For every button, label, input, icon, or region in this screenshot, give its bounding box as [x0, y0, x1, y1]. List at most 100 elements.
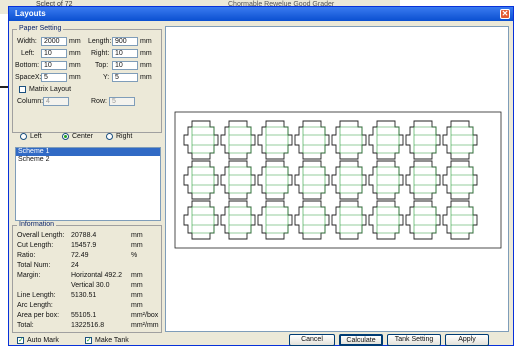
row-label: Row:: [91, 98, 107, 105]
align-left-radio[interactable]: [20, 133, 27, 140]
box-outline: [442, 200, 478, 240]
y-label: Y:: [103, 74, 110, 81]
information-group: Information Overall Length: 20788.4 mm Cut …: [12, 221, 162, 333]
info-unit: mm²/box: [131, 312, 159, 319]
info-unit: %: [131, 252, 138, 259]
scheme-item[interactable]: Scheme 1: [16, 148, 160, 156]
paper-setting-legend: Paper Setting: [17, 25, 64, 32]
row-input[interactable]: 5: [109, 97, 135, 106]
box-outline: [220, 120, 256, 160]
titlebar[interactable]: Layouts ✕: [9, 7, 513, 21]
spacex-input[interactable]: 5: [41, 73, 67, 82]
right-unit: mm: [140, 50, 152, 57]
width-unit: mm: [69, 38, 81, 45]
top-label: Top:: [95, 62, 109, 69]
y-space-input[interactable]: 5: [112, 73, 138, 82]
left-panel: Paper Setting Width: 2000 mm Length: 900…: [12, 25, 162, 337]
box-outline: [368, 200, 404, 240]
box-outline: [257, 160, 293, 200]
scheme-item[interactable]: Scheme 2: [16, 156, 160, 164]
box-outline: [183, 120, 219, 160]
info-value: Horizontal 492.2: [71, 272, 122, 279]
bottom-margin-input[interactable]: 10: [41, 61, 67, 70]
length-unit: mm: [140, 38, 152, 45]
bottom-label: Bottom:: [15, 62, 40, 69]
box-outline: [368, 120, 404, 160]
info-unit: mm²/mm: [131, 322, 159, 329]
auto-mark-label: Auto Mark: [27, 337, 59, 344]
column-label: Column:: [17, 98, 44, 105]
align-right-radio[interactable]: [106, 133, 113, 140]
info-label: Cut Length:: [17, 242, 54, 249]
info-unit: mm: [131, 272, 143, 279]
matrix-layout-label: Matrix Layout: [29, 86, 72, 93]
box-outline: [442, 160, 478, 200]
box-outline: [331, 160, 367, 200]
scheme-list[interactable]: Scheme 1 Scheme 2: [15, 147, 161, 221]
info-label: Total Num:: [17, 262, 51, 269]
box-outline: [405, 200, 441, 240]
box-outline: [331, 200, 367, 240]
box-outline: [368, 160, 404, 200]
matrix-layout-checkbox[interactable]: [19, 86, 26, 93]
right-label: Right:: [91, 50, 110, 57]
bottom-unit: mm: [69, 62, 81, 69]
length-input[interactable]: 900: [112, 37, 138, 46]
info-value: 72.49: [71, 252, 89, 259]
info-label: Margin:: [17, 272, 41, 279]
information-legend: Information: [17, 221, 57, 228]
top-margin-input[interactable]: 10: [112, 61, 138, 70]
box-outline: [220, 160, 256, 200]
box-outline: [294, 200, 330, 240]
dialog-title: Layouts: [15, 9, 46, 18]
info-unit: mm: [131, 302, 143, 309]
bottom-bar: ✓ Auto Mark ✓ Make Tank Cancel Calculate…: [9, 333, 513, 347]
left-margin-input[interactable]: 10: [41, 49, 67, 58]
cancel-button[interactable]: Cancel: [289, 334, 335, 346]
column-input[interactable]: 4: [43, 97, 69, 106]
left-unit: mm: [69, 50, 81, 57]
info-label: Area per box:: [17, 312, 60, 319]
info-label: Arc Length:: [17, 302, 53, 309]
box-outline: [331, 120, 367, 160]
align-left-label: Left: [30, 133, 42, 140]
apply-button[interactable]: Apply: [445, 334, 489, 346]
info-value: 5130.51: [71, 292, 97, 299]
info-label: Line Length:: [17, 292, 56, 299]
info-value: 15457.9: [71, 242, 97, 249]
make-tank-checkbox[interactable]: ✓: [85, 337, 92, 344]
paper-border: [174, 111, 502, 249]
info-value: 24: [71, 262, 79, 269]
make-tank-label: Make Tank: [95, 337, 129, 344]
box-outline: [183, 160, 219, 200]
background-edge: [0, 14, 8, 350]
paper-setting-group: Paper Setting Width: 2000 mm Length: 900…: [12, 25, 162, 133]
box-outline: [257, 120, 293, 160]
info-label: Overall Length:: [17, 232, 65, 239]
y-unit: mm: [140, 74, 152, 81]
right-margin-input[interactable]: 10: [112, 49, 138, 58]
auto-mark-checkbox[interactable]: ✓: [17, 337, 24, 344]
close-icon[interactable]: ✕: [500, 9, 510, 19]
box-outline: [405, 160, 441, 200]
info-label: Total:: [17, 322, 34, 329]
align-right-label: Right: [116, 133, 133, 140]
box-outline: [442, 120, 478, 160]
box-outline: [220, 200, 256, 240]
box-outline: [183, 200, 219, 240]
align-center-label: Center: [72, 133, 94, 140]
background-shadow-line: [0, 86, 8, 88]
box-outline: [405, 120, 441, 160]
info-value: 1322516.8: [71, 322, 105, 329]
tank-setting-button[interactable]: Tank Setting: [387, 334, 441, 346]
align-center-radio[interactable]: [62, 133, 69, 140]
spacex-unit: mm: [69, 74, 81, 81]
info-value: 55105.1: [71, 312, 97, 319]
box-outline: [257, 200, 293, 240]
calculate-button[interactable]: Calculate: [339, 334, 383, 346]
width-input[interactable]: 2000: [41, 37, 67, 46]
width-label: Width:: [17, 38, 37, 45]
info-unit: mm: [131, 292, 143, 299]
length-label: Length:: [88, 38, 112, 45]
top-unit: mm: [140, 62, 152, 69]
